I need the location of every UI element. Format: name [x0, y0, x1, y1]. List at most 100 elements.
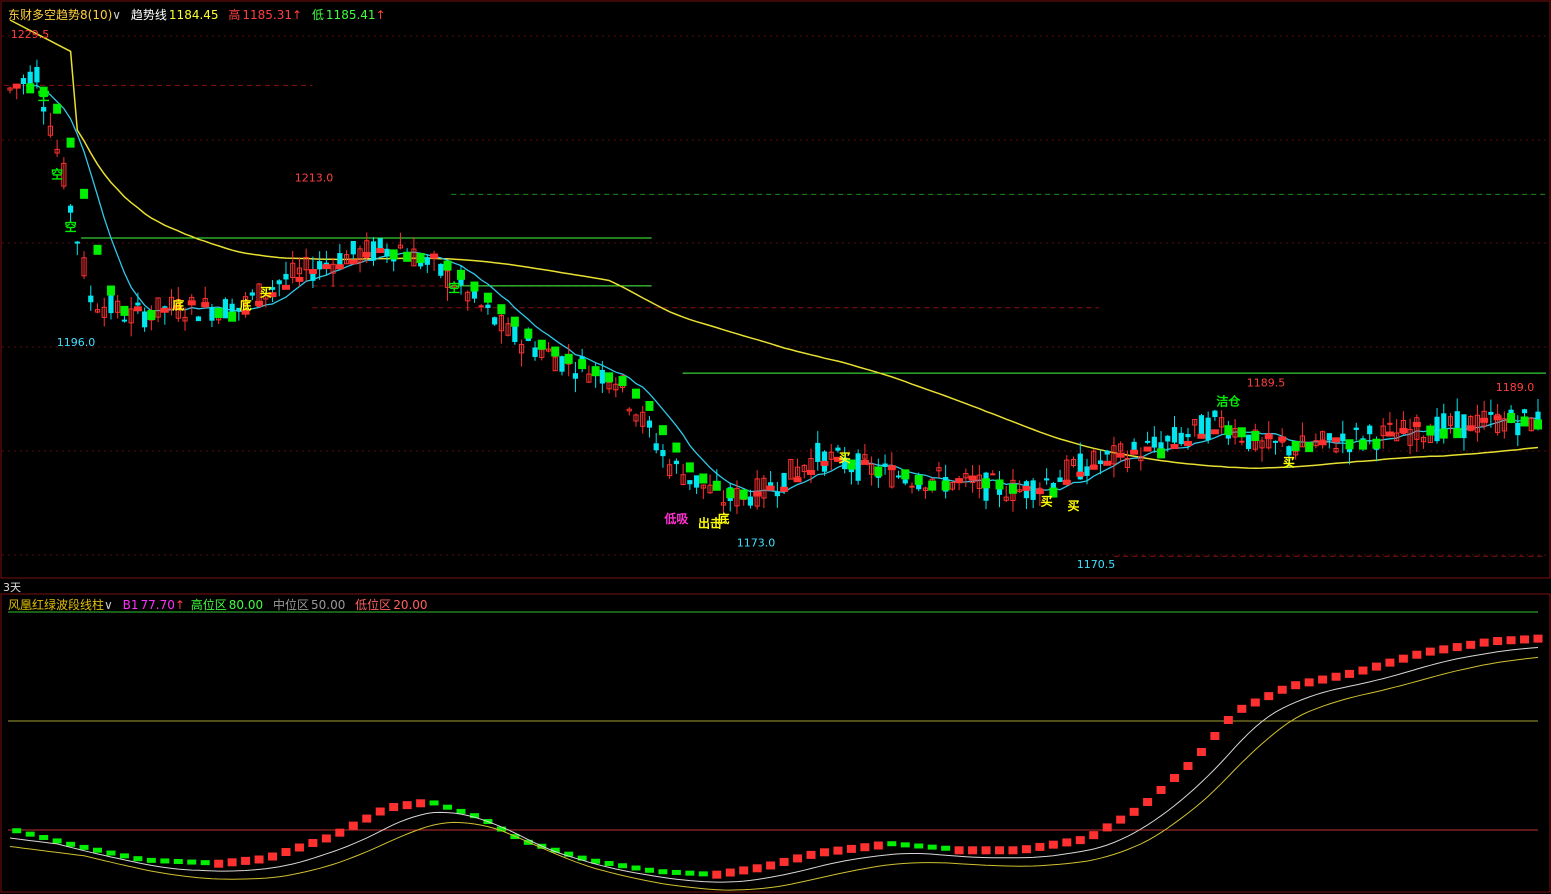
- trend-block: [524, 328, 533, 339]
- oscillator-bar: [914, 843, 924, 849]
- trend-block: [1493, 415, 1502, 421]
- oscillator-bar: [294, 843, 304, 852]
- trend-block: [389, 249, 398, 260]
- candle-body: [1521, 409, 1528, 414]
- chevron-down-icon[interactable]: ∨: [112, 8, 121, 22]
- oscillator-bar: [173, 859, 183, 865]
- candle-body: [693, 475, 700, 488]
- trend-block: [645, 400, 654, 411]
- oscillator-bar: [1331, 672, 1341, 681]
- oscillator-bar: [1385, 658, 1395, 667]
- oscillator-bar: [375, 807, 385, 816]
- oscillator-bar: [1506, 636, 1516, 645]
- price-label: 1189.5: [1247, 377, 1286, 390]
- candle-body: [492, 317, 498, 325]
- oscillator-bar: [106, 850, 116, 856]
- candle-body: [815, 442, 821, 462]
- trend-block: [1291, 441, 1300, 452]
- chevron-down-icon[interactable]: ∨: [104, 598, 113, 612]
- candle-body: [673, 460, 679, 465]
- candle-body: [485, 304, 491, 308]
- oscillator-bar: [1075, 836, 1085, 845]
- high-value: 1185.31: [242, 8, 293, 22]
- short-ma-line: [30, 84, 1539, 493]
- b1-value: 77.70: [140, 598, 175, 612]
- moving-average-lines: [9, 19, 1539, 493]
- oscillator-bar: [1156, 785, 1166, 794]
- candle-body: [559, 356, 565, 372]
- candle-body: [1454, 411, 1460, 428]
- oscillator-bar: [1371, 662, 1381, 671]
- b1-label: B1: [122, 598, 139, 612]
- candle-body: [572, 373, 579, 379]
- bottom-indicator-header: 风凰红绿波段线柱∨ B1 77.70↑ 高位区 80.00 中位区 50.00 低位区…: [8, 596, 434, 613]
- signal-label: 底: [240, 297, 252, 312]
- oscillator-bar: [1466, 640, 1476, 649]
- signal-label: 洁仓: [1216, 393, 1241, 408]
- oscillator-bar: [1223, 716, 1233, 725]
- trend-block: [726, 488, 735, 499]
- trend-block: [1143, 446, 1152, 452]
- trend-block: [147, 309, 156, 320]
- trend-block: [618, 376, 627, 387]
- candle-body: [660, 450, 666, 457]
- trend-block: [1372, 438, 1381, 449]
- trend-block: [982, 478, 991, 489]
- signal-label: 底: [172, 297, 184, 312]
- trend-block: [551, 346, 560, 357]
- trend-block: [820, 460, 829, 466]
- trend-block: [349, 259, 358, 265]
- oscillator-bar: [860, 843, 870, 852]
- trend-block: [1439, 428, 1448, 439]
- trend-block: [228, 311, 237, 322]
- candle-body: [1104, 450, 1110, 455]
- oscillator-bar: [725, 868, 735, 877]
- trend-block: [1224, 425, 1233, 436]
- oscillator-bar: [1533, 634, 1543, 643]
- candle-body: [34, 67, 40, 83]
- trend-block: [483, 292, 492, 303]
- oscillator-bar: [766, 861, 776, 870]
- candle-body: [1286, 446, 1292, 456]
- oscillator-bar: [1008, 846, 1018, 855]
- oscillator-bar: [1493, 637, 1503, 646]
- oscillator-bar: [1210, 732, 1220, 741]
- candle-body: [276, 280, 282, 285]
- oscillator-bar: [604, 860, 614, 866]
- trend-block: [860, 459, 869, 465]
- trend-block: [1358, 439, 1367, 450]
- candle-body: [1340, 433, 1346, 442]
- oscillator-bar: [443, 804, 453, 810]
- trend-block: [160, 307, 169, 313]
- trend-block: [456, 269, 465, 280]
- up-arrow-icon: ↑: [174, 598, 185, 612]
- trend-block: [510, 316, 519, 327]
- oscillator-bar: [25, 831, 35, 837]
- indicator-name[interactable]: 东财多空趋势8(10): [8, 8, 112, 22]
- trend-block: [308, 268, 317, 274]
- oscillator-bar: [1035, 842, 1045, 851]
- trend-block: [281, 284, 290, 290]
- oscillator-name[interactable]: 风凰红绿波段线柱: [8, 598, 104, 612]
- candle-body: [1084, 466, 1090, 476]
- oscillator-bar: [416, 799, 426, 808]
- candle-body: [67, 205, 74, 213]
- candle-body: [909, 485, 915, 488]
- oscillator-bar: [658, 869, 668, 875]
- candle-body: [895, 475, 902, 478]
- chart-canvas: 1229.5 1213.0 1196.0 1173.0 1170.5 1189.5 1189…: [0, 0, 1551, 893]
- oscillator-bar: [833, 846, 843, 855]
- trend-block: [1062, 479, 1071, 485]
- candle-body: [142, 311, 148, 328]
- candle-body: [283, 273, 289, 280]
- oscillator-bar: [1412, 650, 1422, 659]
- trend-block: [685, 462, 694, 473]
- candle-body: [1044, 478, 1050, 481]
- oscillator-bar: [1196, 747, 1206, 756]
- oscillator-bar: [39, 835, 49, 841]
- oscillator-bar: [954, 846, 964, 855]
- trend-block: [133, 306, 142, 312]
- oscillator-bar: [79, 844, 89, 850]
- trend-block: [26, 83, 35, 94]
- trend-block: [1332, 437, 1341, 443]
